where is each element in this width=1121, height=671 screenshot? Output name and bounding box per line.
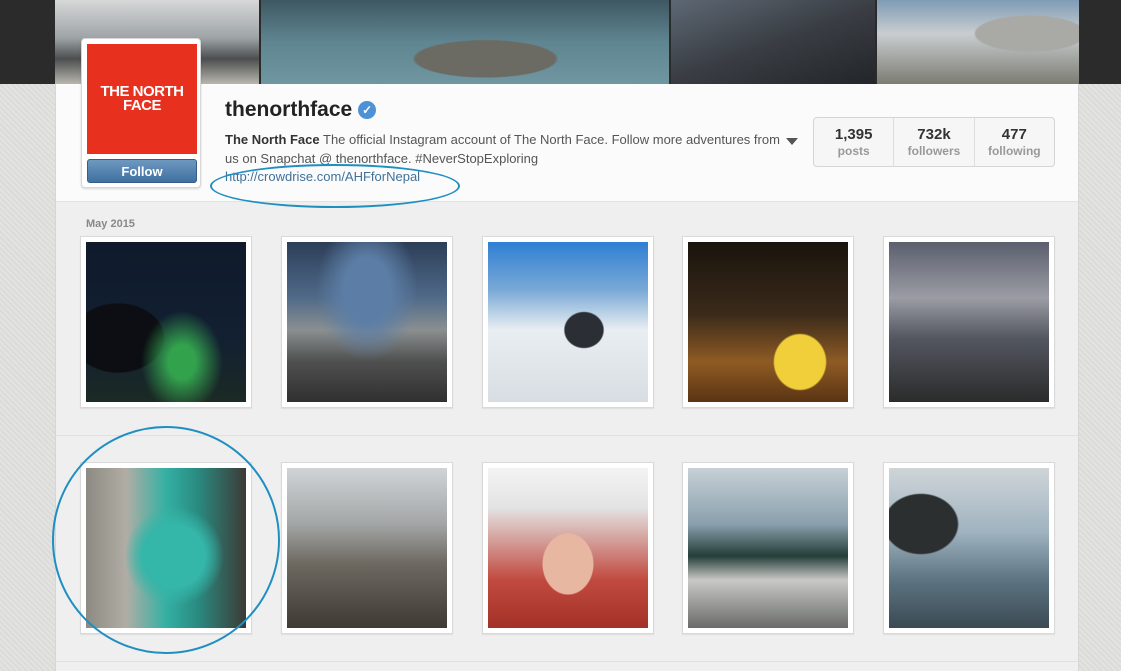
month-label: May 2015 — [86, 218, 135, 230]
profile-username: thenorthface ✓ — [225, 98, 377, 122]
mountain-road-photo — [688, 468, 848, 628]
cover-photo-half-dome — [877, 0, 1079, 84]
feed-photo[interactable] — [682, 462, 854, 634]
username-text: thenorthface — [225, 98, 353, 121]
profile-stats: 1,395 posts 732k followers 477 following — [813, 117, 1055, 167]
verified-badge-icon: ✓ — [358, 101, 377, 119]
feed-photo[interactable] — [883, 236, 1055, 408]
stat-label: posts — [837, 144, 870, 158]
feed-photo[interactable] — [883, 462, 1055, 634]
stat-label: followers — [907, 144, 961, 158]
profile-bio: The North Face The official Instagram ac… — [225, 130, 785, 168]
avatar[interactable]: THE NORTH FACE — [87, 44, 197, 154]
cover-photo-lake — [261, 0, 669, 84]
feed-photo[interactable] — [281, 462, 453, 634]
stat-following[interactable]: 477 following — [975, 118, 1054, 166]
stat-value: 477 — [1001, 126, 1027, 143]
stat-label: following — [987, 144, 1041, 158]
stat-value: 732k — [917, 126, 951, 143]
feed-photo[interactable] — [281, 236, 453, 408]
stat-posts[interactable]: 1,395 posts — [814, 118, 895, 166]
forest-tent-lights-photo — [688, 242, 848, 402]
follow-button[interactable]: Follow — [87, 159, 197, 183]
feed-photo[interactable] — [80, 236, 252, 408]
chevron-down-icon[interactable] — [786, 138, 798, 145]
avatar-card: THE NORTH FACE Follow — [81, 38, 201, 188]
feed-photo[interactable] — [482, 462, 654, 634]
climber-bubblegum-selfie-photo — [488, 468, 648, 628]
aurora-night-photo — [86, 242, 246, 402]
stat-followers[interactable]: 732k followers — [894, 118, 975, 166]
feed-photo[interactable] — [482, 236, 654, 408]
stat-value: 1,395 — [834, 126, 873, 143]
cloudy-valley-photo — [889, 242, 1049, 402]
rocky-field-hiker-photo — [287, 242, 447, 402]
row-divider — [56, 661, 1078, 662]
north-face-logo: THE NORTH FACE — [100, 83, 185, 114]
beach-driftwood-photo — [287, 468, 447, 628]
bio-name: The North Face — [225, 132, 320, 147]
snow-mountain-skier-photo — [488, 242, 648, 402]
lake-rock-standing-photo — [889, 468, 1049, 628]
cover-photo-mountain — [671, 0, 875, 84]
feed-photo[interactable] — [682, 236, 854, 408]
link-highlight-annotation — [210, 164, 460, 208]
photo-highlight-annotation — [52, 426, 280, 654]
